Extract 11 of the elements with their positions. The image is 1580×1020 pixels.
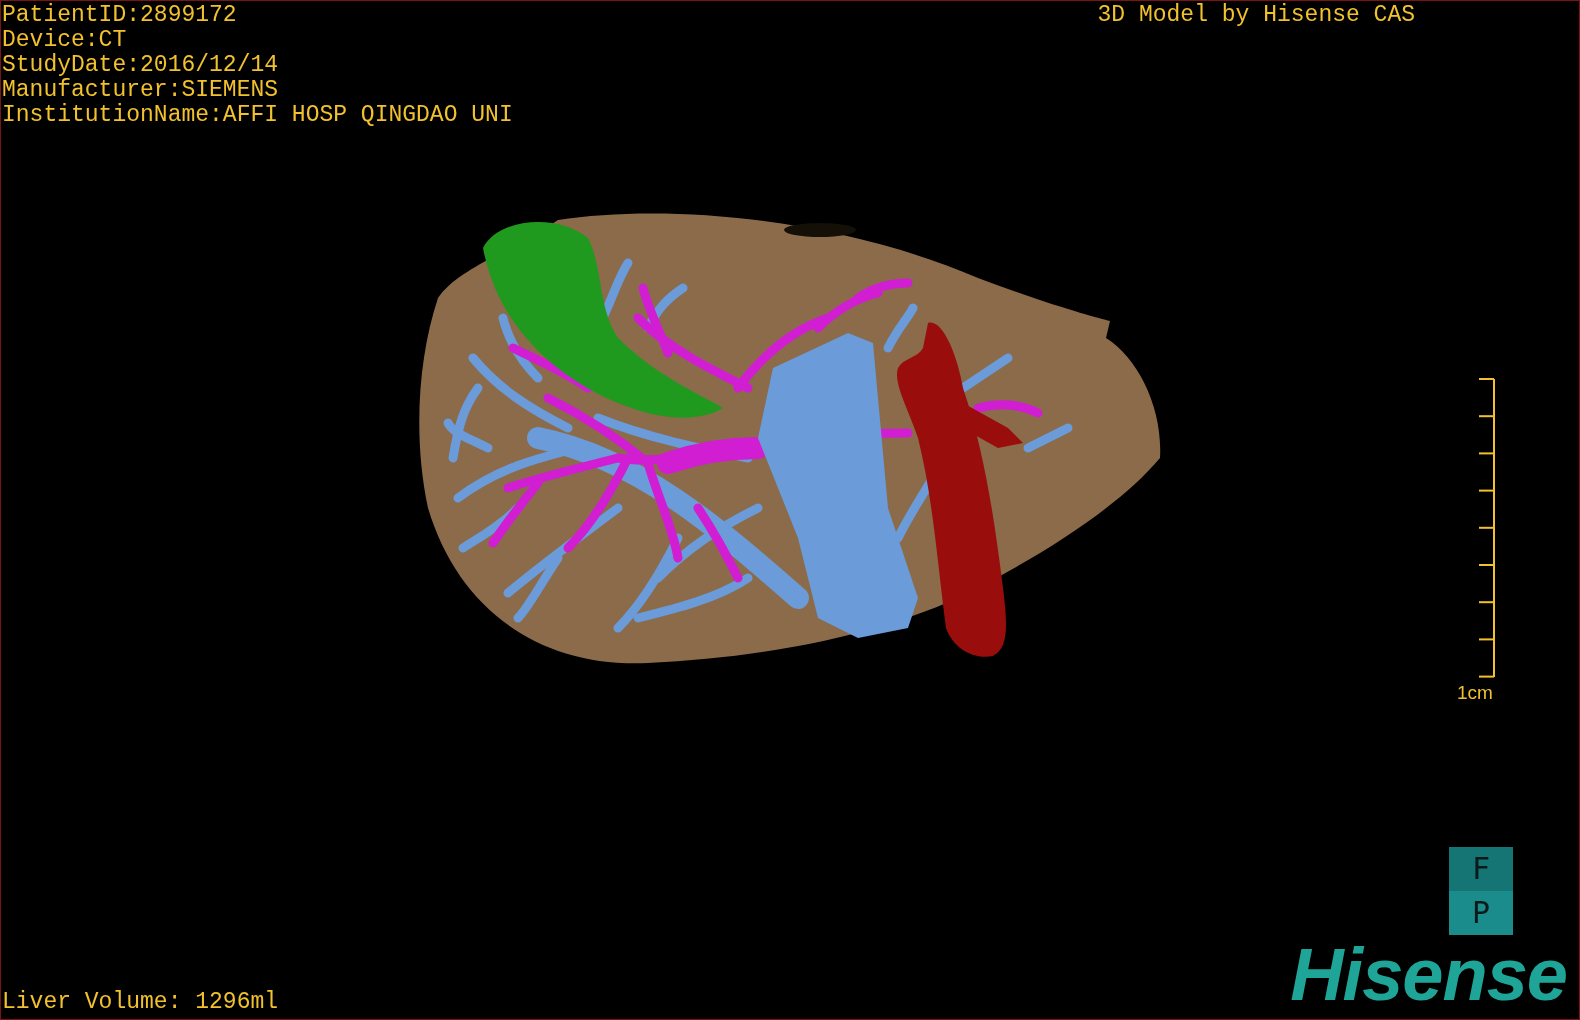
patient-info-line: PatientID:2899172 [2,3,237,28]
scale-label: 1cm [1457,681,1493,705]
patient-info-line: InstitutionName:AFFI HOSP QINGDAO UNI [2,103,513,128]
patient-info-line: Device:CT [2,28,127,53]
logo: Hisense [1290,935,1568,1015]
patient-info-line: StudyDate:2016/12/14 [2,53,279,78]
brand-label: 3D Model by Hisense CAS [1097,3,1415,28]
orientation-button[interactable]: P [1449,891,1513,935]
liver-volume: Liver Volume: 1296ml [2,990,279,1015]
patient-info-line: Manufacturer:SIEMENS [2,78,279,103]
orientation-button[interactable]: F [1449,847,1513,891]
